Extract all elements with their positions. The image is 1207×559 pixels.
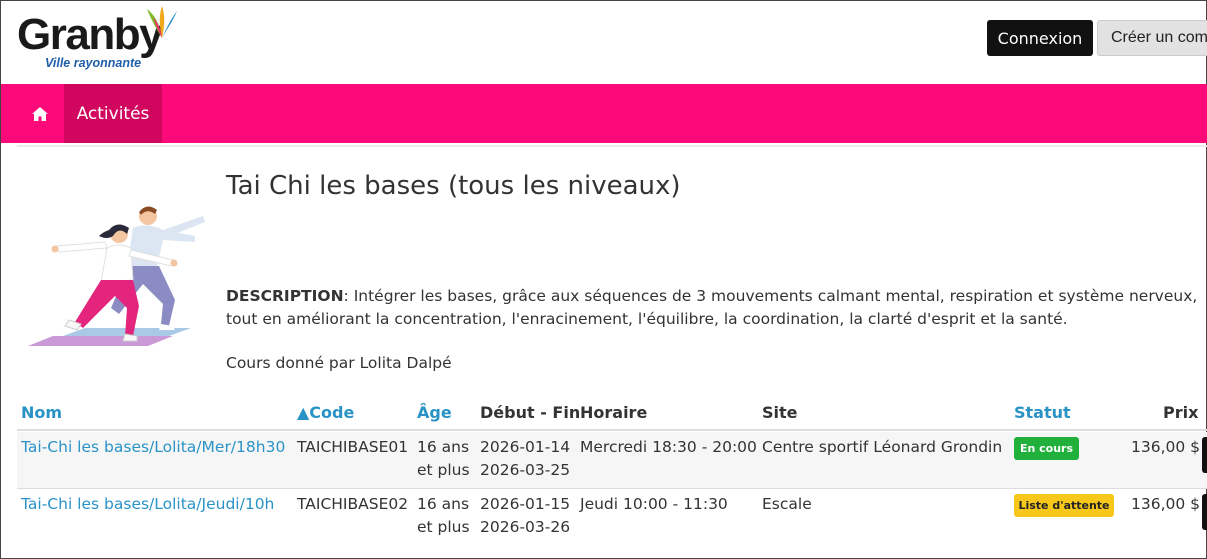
site-header: Granby Ville rayonnante Connexion Créer … <box>1 1 1207 84</box>
home-icon <box>32 106 48 121</box>
age-line-2: et plus <box>417 461 470 479</box>
activity-title: Tai Chi les bases (tous les niveaux) <box>226 171 681 201</box>
activity-code: TAICHIBASE01 <box>297 438 409 456</box>
site: Centre sportif Léonard Grondin <box>762 438 1003 456</box>
price: 136,00 $ <box>1131 495 1201 513</box>
end-date: 2026-03-25 <box>480 461 571 479</box>
table-header-divider <box>17 429 1207 431</box>
status-badge: Liste d'attente <box>1014 494 1114 517</box>
main-nav: Activités <box>1 84 1207 143</box>
description-text: : Intégrer les bases, grâce aux séquence… <box>226 287 1198 328</box>
column-header-site: Site <box>762 403 798 422</box>
activity-description: DESCRIPTION: Intégrer les bases, grâce a… <box>226 285 1206 331</box>
age-line-1: 16 ans <box>417 438 470 456</box>
age-line-1: 16 ans <box>417 495 470 513</box>
column-header-horaire: Horaire <box>580 403 648 422</box>
age-line-2: et plus <box>417 518 470 536</box>
nav-home[interactable] <box>17 84 63 143</box>
tai-chi-illustration <box>28 206 205 346</box>
column-header-age[interactable]: Âge <box>417 403 452 422</box>
column-header-code[interactable]: ▲Code <box>297 403 354 422</box>
description-label: DESCRIPTION <box>226 287 344 305</box>
site: Escale <box>762 495 812 513</box>
logo-wordmark: Granby <box>17 10 164 59</box>
table-row-divider <box>17 488 1207 489</box>
column-header-nom[interactable]: Nom <box>21 403 62 422</box>
teacher-text: Cours donné par Lolita Dalpé <box>226 354 452 372</box>
activity-link[interactable]: Tai-Chi les bases/Lolita/Mer/18h30 <box>21 436 285 459</box>
nav-item-activites[interactable]: Activités <box>64 84 162 143</box>
nav-divider <box>17 145 1207 147</box>
status-badge: En cours <box>1014 437 1079 460</box>
column-header-statut[interactable]: Statut <box>1014 403 1071 422</box>
activity-code: TAICHIBASE02 <box>297 495 409 513</box>
register-button[interactable] <box>1202 437 1207 473</box>
schedule: Mercredi 18:30 - 20:00 <box>580 438 757 456</box>
schedule: Jeudi 10:00 - 11:30 <box>580 495 728 513</box>
end-date: 2026-03-26 <box>480 518 571 536</box>
activity-link[interactable]: Tai-Chi les bases/Lolita/Jeudi/10h <box>21 493 274 516</box>
start-date: 2026-01-14 <box>480 438 571 456</box>
login-button[interactable]: Connexion <box>987 20 1093 56</box>
logo-tagline: Ville rayonnante <box>45 56 142 70</box>
start-date: 2026-01-15 <box>480 495 571 513</box>
create-account-button[interactable]: Créer un compte <box>1097 20 1207 56</box>
column-header-prix: Prix <box>1163 403 1199 422</box>
logo-leaves-icon <box>147 6 177 38</box>
register-button[interactable] <box>1202 494 1207 530</box>
price: 136,00 $ <box>1131 438 1201 456</box>
granby-logo[interactable]: Granby Ville rayonnante <box>17 5 187 75</box>
column-header-debut-fin: Début - Fin <box>480 403 581 422</box>
